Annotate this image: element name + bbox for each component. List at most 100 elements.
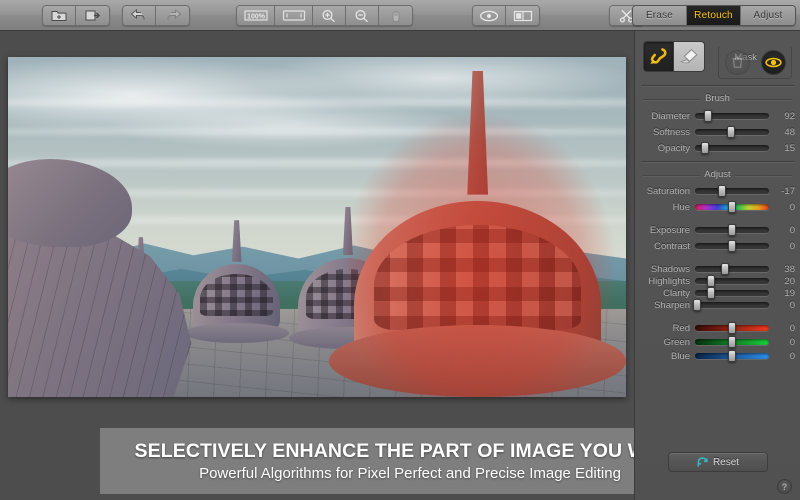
slider-label: Clarity <box>663 287 690 299</box>
slider-handle[interactable] <box>728 201 736 213</box>
tab-adjust[interactable]: Adjust <box>741 6 795 25</box>
slider-label: Highlights <box>648 275 690 287</box>
export-icon[interactable] <box>76 6 109 25</box>
redo-icon[interactable] <box>156 6 189 25</box>
mask-group: Mask <box>718 45 792 79</box>
slider-handle[interactable] <box>728 322 736 334</box>
slider-label: Opacity <box>657 142 690 154</box>
slider-green[interactable]: Green 0 <box>641 335 795 349</box>
slider-track[interactable] <box>693 299 769 311</box>
slider-track[interactable] <box>695 185 769 197</box>
slider-handle[interactable] <box>700 142 709 154</box>
top-toolbar: 100% Erase Retouch Adjust <box>0 0 800 31</box>
slider-opacity[interactable]: Opacity 15 <box>641 141 795 155</box>
caption-title: SELECTIVELY ENHANCE THE PART OF IMAGE YO… <box>134 440 686 462</box>
slider-value: 0 <box>789 322 795 334</box>
slider-handle[interactable] <box>728 224 736 236</box>
slider-track[interactable] <box>695 224 769 236</box>
photo-canvas[interactable] <box>8 57 626 397</box>
stupa-masked <box>329 70 626 397</box>
zoom-out-icon[interactable] <box>346 6 379 25</box>
slider-diameter[interactable]: Diameter 92 <box>641 109 795 123</box>
view-button-group <box>472 5 540 26</box>
slider-label: Hue <box>672 201 690 213</box>
slider-handle[interactable] <box>728 240 736 252</box>
slider-track[interactable] <box>695 287 769 299</box>
slider-track[interactable] <box>695 201 769 213</box>
slider-label: Shadows <box>650 263 690 275</box>
mask-visibility-icon[interactable] <box>760 49 786 75</box>
slider-label: Saturation <box>646 185 690 197</box>
slider-value: 19 <box>784 287 795 299</box>
slider-track[interactable] <box>695 350 769 362</box>
slider-track[interactable] <box>695 142 769 154</box>
photo-editor-window: 100% Erase Retouch Adjust SELECTIVELY EN… <box>0 0 800 500</box>
history-button-group <box>122 5 190 26</box>
slider-sharpen[interactable]: Sharpen 0 <box>641 298 795 312</box>
slider-value: 92 <box>784 110 795 122</box>
adjust-section-heading: Adjust <box>643 169 792 180</box>
slider-track[interactable] <box>695 336 769 348</box>
file-button-group <box>42 5 110 26</box>
slider-value: 0 <box>789 240 795 252</box>
right-panel: Mask Brush Diameter 92 Softness 48 Opaci… <box>634 31 800 500</box>
slider-track[interactable] <box>695 275 769 287</box>
hand-tool-icon[interactable] <box>379 6 412 25</box>
brush-section-heading: Brush <box>643 93 792 104</box>
slider-handle[interactable] <box>704 110 713 122</box>
open-folder-icon[interactable] <box>43 6 76 25</box>
compare-split-icon[interactable] <box>506 6 539 25</box>
zoom-button-group: 100% <box>236 5 413 26</box>
zoom-in-icon[interactable] <box>313 6 346 25</box>
zoom-100-icon[interactable]: 100% <box>237 6 275 25</box>
slider-exposure[interactable]: Exposure 0 <box>641 223 795 237</box>
slider-track[interactable] <box>695 240 769 252</box>
panel-divider <box>641 85 794 86</box>
mask-delete-icon[interactable] <box>724 49 750 75</box>
slider-value: 0 <box>789 350 795 362</box>
slider-track[interactable] <box>695 322 769 334</box>
refresh-icon <box>697 456 708 467</box>
slider-label: Contrast <box>654 240 690 252</box>
slider-label: Red <box>672 322 690 334</box>
mode-tabs: Erase Retouch Adjust <box>632 5 796 26</box>
tool-selector <box>643 41 705 72</box>
slider-label: Green <box>663 336 690 348</box>
slider-value: 0 <box>789 201 795 213</box>
canvas-area[interactable]: SELECTIVELY ENHANCE THE PART OF IMAGE YO… <box>0 31 720 500</box>
slider-track[interactable] <box>695 126 769 138</box>
help-button[interactable]: ? <box>777 479 792 494</box>
slider-label: Softness <box>653 126 690 138</box>
eraser-tool-icon[interactable] <box>674 41 705 72</box>
slider-value: 15 <box>784 142 795 154</box>
fit-screen-icon[interactable] <box>275 6 313 25</box>
caption-banner: SELECTIVELY ENHANCE THE PART OF IMAGE YO… <box>100 428 720 494</box>
slider-label: Sharpen <box>654 299 690 311</box>
preview-eye-icon[interactable] <box>473 6 506 25</box>
slider-saturation[interactable]: Saturation -17 <box>641 184 795 198</box>
slider-handle[interactable] <box>728 336 736 348</box>
slider-label: Diameter <box>651 110 690 122</box>
tab-erase[interactable]: Erase <box>633 6 687 25</box>
slider-softness[interactable]: Softness 48 <box>641 125 795 139</box>
slider-red[interactable]: Red 0 <box>641 321 795 335</box>
tab-retouch[interactable]: Retouch <box>687 6 741 25</box>
slider-contrast[interactable]: Contrast 0 <box>641 239 795 253</box>
reset-label: Reset <box>712 456 740 468</box>
reset-button[interactable]: Reset <box>668 452 768 472</box>
slider-hue[interactable]: Hue 0 <box>641 200 795 214</box>
slider-value: 0 <box>789 336 795 348</box>
panel-divider <box>641 161 794 162</box>
slider-label: Exposure <box>649 224 690 236</box>
slider-label: Blue <box>670 350 690 362</box>
undo-icon[interactable] <box>123 6 156 25</box>
slider-track[interactable] <box>695 110 769 122</box>
slider-handle[interactable] <box>728 350 736 362</box>
slider-handle[interactable] <box>693 299 702 311</box>
slider-blue[interactable]: Blue 0 <box>641 349 795 363</box>
slider-track[interactable] <box>695 263 769 275</box>
brush-tool-icon[interactable] <box>643 41 674 72</box>
slider-handle[interactable] <box>717 185 726 197</box>
slider-value: -17 <box>781 185 795 197</box>
slider-handle[interactable] <box>726 126 735 138</box>
